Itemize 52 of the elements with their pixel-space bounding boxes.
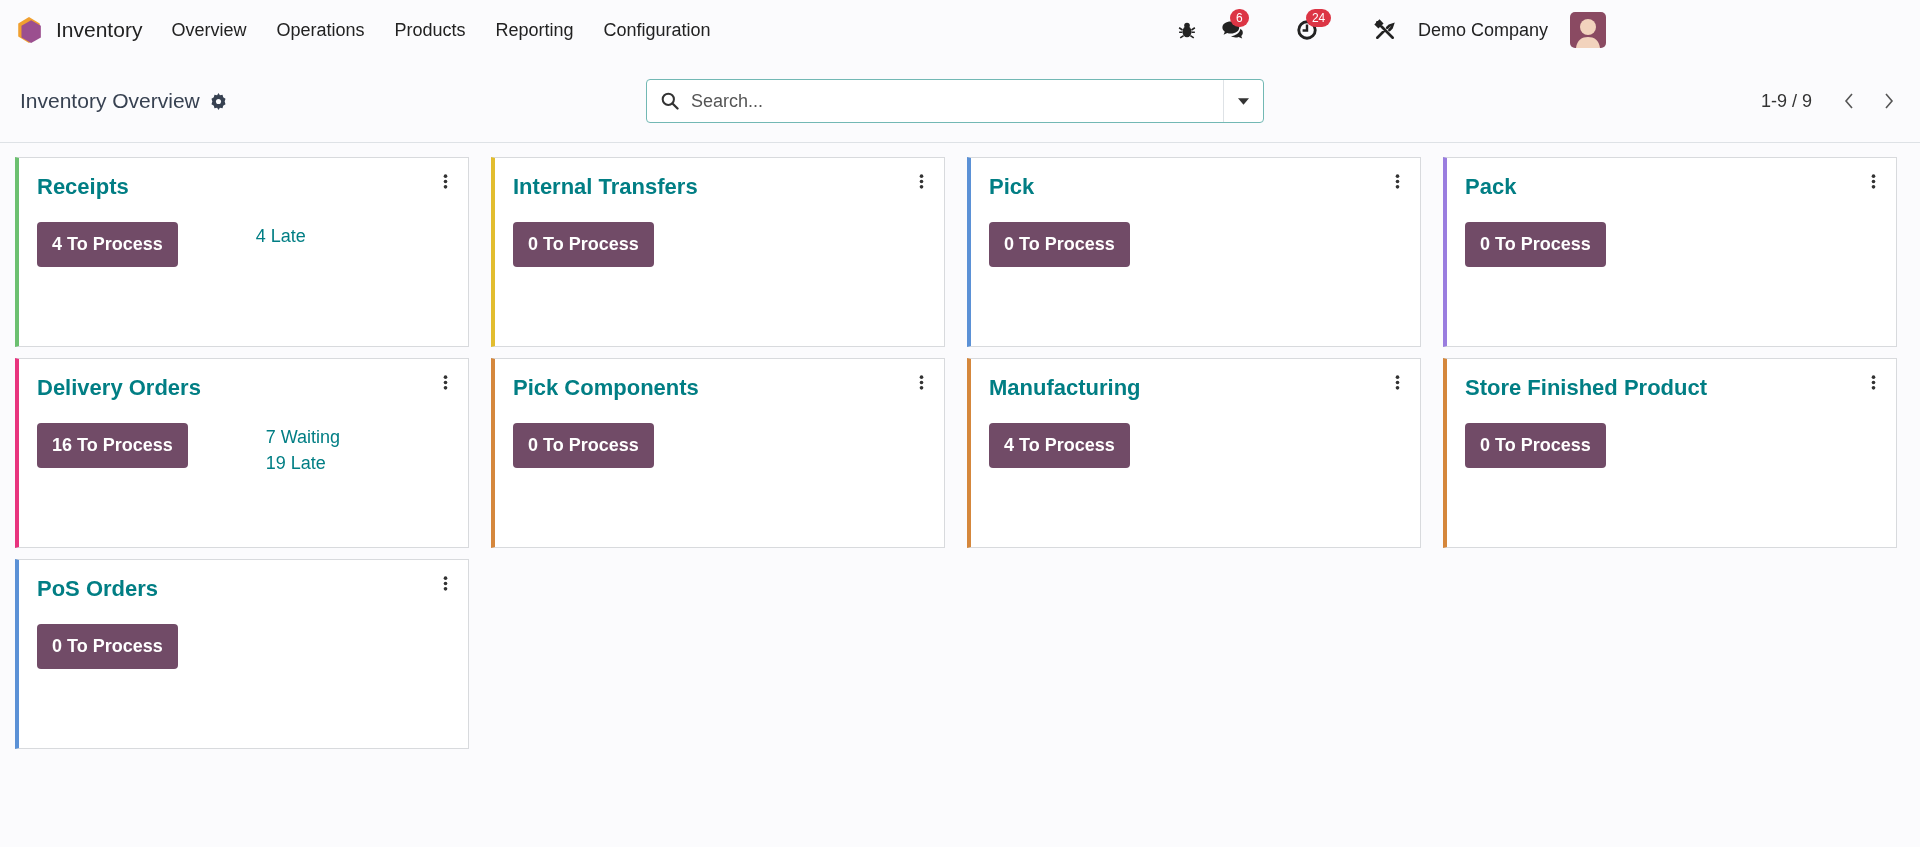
more-options-icon[interactable] [919, 174, 924, 189]
more-options-icon[interactable] [443, 174, 448, 189]
more-options-icon[interactable] [1871, 375, 1876, 390]
search-bar[interactable]: Search... [646, 79, 1264, 123]
app-logo-icon[interactable] [16, 16, 42, 44]
to-process-button[interactable]: 0 To Process [1465, 423, 1606, 468]
more-options-icon[interactable] [1395, 174, 1400, 189]
menu-item[interactable]: Products [379, 13, 481, 47]
card-title[interactable]: Internal Transfers [513, 174, 698, 200]
card-title[interactable]: PoS Orders [37, 576, 159, 602]
status-link[interactable]: 4 Late [255, 226, 306, 247]
user-avatar-icon[interactable] [1570, 12, 1606, 48]
more-options-icon[interactable] [443, 576, 448, 591]
card-title[interactable]: Pick [989, 174, 1035, 200]
caret-icon [1238, 97, 1249, 105]
more-options-icon[interactable] [1871, 174, 1876, 189]
settings-icon[interactable] [209, 92, 227, 110]
card-title[interactable]: Receipts [37, 174, 129, 200]
message-count-badge: 6 [1229, 9, 1249, 28]
bug-icon[interactable] [1177, 21, 1196, 39]
more-options-icon[interactable] [443, 375, 448, 390]
card-title[interactable]: Pack [1465, 174, 1517, 200]
pager-value[interactable]: 1-9 / 9 [1760, 90, 1812, 112]
menu-item[interactable]: Operations [261, 13, 380, 47]
menu-item[interactable]: Configuration [588, 13, 726, 47]
card-title[interactable]: Manufacturing [989, 375, 1141, 401]
activity-count-badge: 24 [1305, 9, 1332, 28]
more-options-icon[interactable] [1395, 375, 1400, 390]
card-title[interactable]: Delivery Orders [37, 375, 201, 401]
more-options-icon[interactable] [919, 375, 924, 390]
to-process-button[interactable]: 16 To Process [37, 423, 188, 468]
search-input[interactable]: Search... [689, 89, 1223, 113]
next-page-icon[interactable] [1884, 93, 1894, 109]
page-title: Inventory Overview [20, 89, 200, 113]
to-process-button[interactable]: 0 To Process [513, 222, 654, 267]
menu-item[interactable]: Overview [156, 13, 262, 47]
previous-page-icon[interactable] [1844, 93, 1854, 109]
search-icon [661, 92, 679, 110]
company-switcher[interactable]: Demo Company [1407, 13, 1558, 47]
tools-icon[interactable] [1373, 19, 1396, 41]
to-process-button[interactable]: 0 To Process [1465, 222, 1606, 267]
to-process-button[interactable]: 0 To Process [989, 222, 1130, 267]
card-title[interactable]: Pick Components [513, 375, 699, 401]
card-title[interactable]: Store Finished Product [1465, 375, 1708, 401]
app-name[interactable]: Inventory [56, 18, 143, 42]
to-process-button[interactable]: 4 To Process [989, 423, 1130, 468]
status-link[interactable]: 7 Waiting [265, 427, 341, 448]
to-process-button[interactable]: 0 To Process [37, 624, 178, 669]
to-process-button[interactable]: 0 To Process [513, 423, 654, 468]
to-process-button[interactable]: 4 To Process [37, 222, 178, 267]
status-link[interactable]: 19 Late [265, 453, 341, 474]
menu-item[interactable]: Reporting [480, 13, 589, 47]
